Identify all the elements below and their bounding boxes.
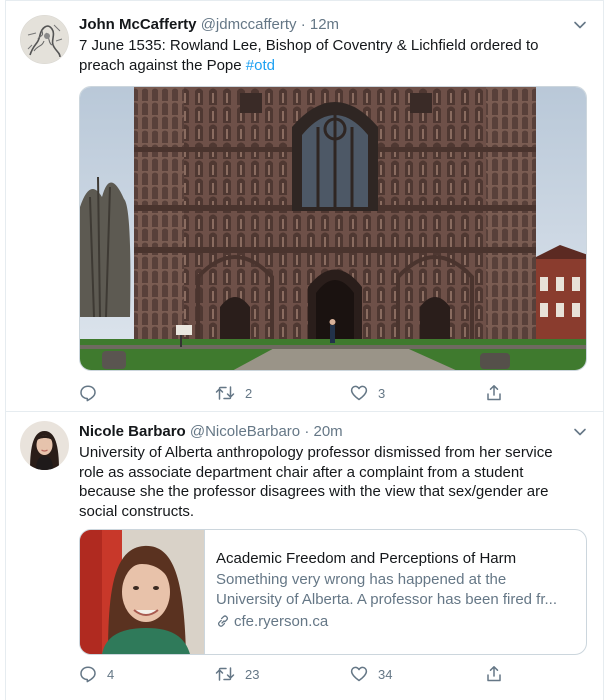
- retweet-count: 2: [245, 385, 253, 401]
- tweet[interactable]: Nicole Barbaro @NicoleBarbaro · 20m Univ…: [6, 412, 603, 700]
- card-thumbnail: [80, 530, 205, 654]
- handle[interactable]: @NicoleBarbaro: [190, 423, 300, 440]
- hashtag-link[interactable]: #otd: [246, 57, 275, 74]
- link-icon: [217, 615, 229, 627]
- retweet-icon: [215, 667, 235, 681]
- reply-button[interactable]: 4: [79, 664, 114, 684]
- like-count: 34: [378, 666, 393, 682]
- tweet-text: University of Alberta anthropology profe…: [79, 443, 577, 521]
- like-button[interactable]: 34: [350, 664, 392, 684]
- reply-icon: [80, 385, 96, 402]
- card-title[interactable]: Academic Freedom and Perceptions of Harm: [216, 549, 576, 569]
- retweet-icon: [215, 386, 235, 400]
- tweet-header: John McCafferty @jdmccafferty · 12m: [79, 15, 567, 35]
- retweet-button[interactable]: 2: [215, 383, 252, 403]
- tweet-body: 7 June 1535: Rowland Lee, Bishop of Cove…: [79, 37, 539, 74]
- display-name[interactable]: Nicole Barbaro: [79, 423, 186, 440]
- tweet-actions: 2 3: [79, 383, 519, 403]
- woman-portrait-thumbnail: [80, 530, 204, 654]
- avatar[interactable]: [20, 15, 69, 64]
- reply-icon: [80, 666, 96, 683]
- timestamp[interactable]: 20m: [314, 423, 343, 440]
- share-button[interactable]: [485, 664, 513, 684]
- card-domain-row: cfe.ryerson.ca: [216, 612, 576, 632]
- tweet-text: 7 June 1535: Rowland Lee, Bishop of Cove…: [79, 36, 577, 75]
- reply-count: 4: [107, 666, 115, 682]
- chevron-down-icon[interactable]: [573, 425, 587, 439]
- cathedral-facade-photo: [80, 87, 586, 370]
- link-card[interactable]: Academic Freedom and Perceptions of Harm…: [79, 529, 587, 655]
- card-body: Academic Freedom and Perceptions of Harm…: [216, 549, 576, 632]
- separator-dot: ·: [304, 423, 310, 440]
- tweet-header: Nicole Barbaro @NicoleBarbaro · 20m: [79, 422, 567, 442]
- tweet-photo[interactable]: [79, 86, 587, 371]
- tweet-body: University of Alberta anthropology profe…: [79, 444, 553, 520]
- handle[interactable]: @jdmccafferty: [201, 16, 297, 33]
- card-description: Something very wrong has happened at the…: [216, 571, 558, 608]
- share-button[interactable]: [485, 383, 513, 403]
- tweet[interactable]: John McCafferty @jdmccafferty · 12m 7 Ju…: [6, 0, 603, 412]
- heart-icon: [350, 385, 368, 401]
- heart-icon: [350, 666, 368, 682]
- chevron-down-icon[interactable]: [573, 18, 587, 32]
- share-icon: [487, 666, 501, 682]
- like-count: 3: [378, 385, 386, 401]
- card-domain: cfe.ryerson.ca: [234, 613, 329, 630]
- like-button[interactable]: 3: [350, 383, 385, 403]
- share-icon: [487, 385, 501, 401]
- avatar[interactable]: [20, 421, 69, 470]
- tweet-actions: 4 23 34: [79, 664, 519, 684]
- reply-button[interactable]: [79, 383, 107, 403]
- timeline-right-border: [603, 0, 604, 700]
- separator-dot: ·: [300, 16, 306, 33]
- retweet-button[interactable]: 23: [215, 664, 259, 684]
- display-name[interactable]: John McCafferty: [79, 16, 197, 33]
- timestamp[interactable]: 12m: [310, 16, 339, 33]
- retweet-count: 23: [245, 666, 260, 682]
